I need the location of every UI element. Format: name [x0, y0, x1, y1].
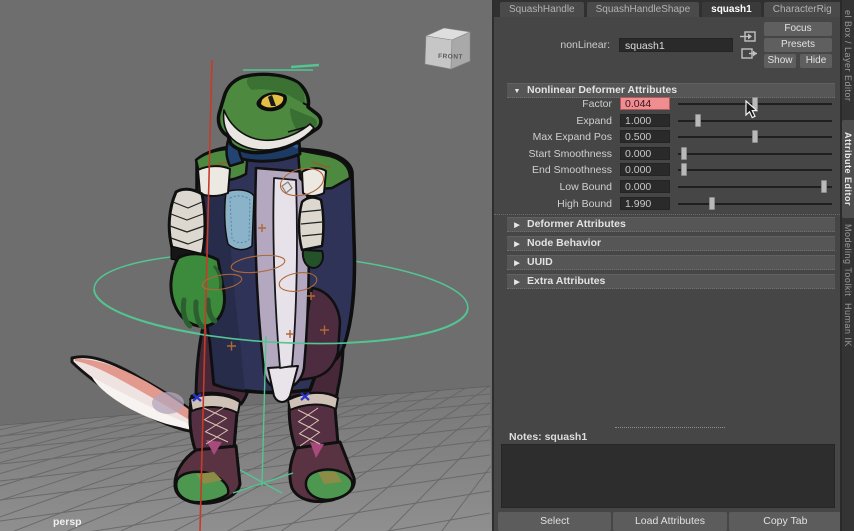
section-label: Nonlinear Deformer Attributes [527, 84, 678, 96]
presets-button[interactable]: Presets [764, 38, 832, 52]
attribute-slider[interactable] [678, 163, 832, 177]
attribute-slider[interactable] [678, 196, 832, 211]
notes-textarea[interactable] [501, 444, 835, 508]
attribute-rows: Factor 0.044 Expand 1.000 Max Expand Pos 0.50… [494, 97, 840, 215]
section-collapsed-icon: ▶ [514, 222, 520, 229]
sidebar-tab-el-box-layer-editor[interactable]: el Box / Layer Editor [842, 0, 854, 120]
mouse-cursor [745, 100, 758, 119]
ae-tab-squash1[interactable]: squash1 [702, 2, 761, 17]
section-label: Deformer Attributes [527, 218, 626, 230]
view-cube-front-label: FRONT [438, 53, 463, 61]
right-sidebar: el Box / Layer Editor Attribute Editor Mod… [840, 0, 854, 531]
slider-track [678, 186, 832, 188]
focus-button[interactable]: Focus [764, 22, 832, 36]
viewport-persp[interactable]: FRONT persp [0, 0, 492, 531]
attribute-row-max-expand-pos: Max Expand Pos 0.500 [494, 130, 840, 145]
section-deformer-attributes[interactable]: ▶ Deformer Attributes [507, 217, 835, 232]
maya-window: FRONT persp SquashHandle SquashHandleShap… [0, 0, 854, 531]
slider-track [678, 202, 832, 205]
input-connections-icon[interactable] [740, 30, 757, 43]
sidebar-tab-modeling-toolkit[interactable]: Modeling Toolkit [842, 221, 854, 300]
nonlinear-label: nonLinear: [560, 39, 610, 51]
slider-handle[interactable] [752, 130, 758, 144]
viewport-canvas: FRONT persp [0, 0, 492, 531]
attribute-row-end-smoothness: End Smoothness 0.000 [494, 163, 840, 178]
section-collapsed-icon: ▶ [514, 279, 520, 286]
attribute-value-field[interactable]: 0.000 [620, 180, 670, 193]
show-button[interactable]: Show [764, 54, 796, 68]
sidebar-tab-attribute-editor[interactable]: Attribute Editor [842, 120, 854, 218]
character-right-arm [297, 196, 325, 269]
section-node-behavior[interactable]: ▶ Node Behavior [507, 236, 835, 251]
attribute-label: End Smoothness [532, 164, 612, 177]
copy-tab-button[interactable]: Copy Tab [728, 512, 842, 531]
slider-handle[interactable] [681, 163, 687, 177]
attribute-value-field[interactable]: 0.044 [620, 97, 670, 110]
attribute-value-field[interactable]: 1.000 [620, 113, 670, 127]
attribute-row-high-bound: High Bound 1.990 [494, 196, 840, 212]
output-connections-icon[interactable] [740, 47, 757, 60]
nonlinear-name-field[interactable]: squash1 [619, 38, 733, 52]
load-attributes-button[interactable]: Load Attributes [613, 512, 727, 531]
attribute-label: Expand [576, 114, 612, 127]
section-extra-attributes[interactable]: ▶ Extra Attributes [507, 274, 835, 289]
slider-handle[interactable] [821, 180, 827, 193]
collapsed-sections: ▶ Deformer Attributes ▶ Node Behavior ▶ UUID ▶… [494, 217, 840, 293]
ae-tab-characterrig[interactable]: CharacterRig [763, 2, 841, 17]
attribute-editor-panel: SquashHandle SquashHandleShape squash1 Char… [492, 0, 842, 531]
attribute-value-field[interactable]: 0.000 [620, 163, 670, 177]
notes-splitter-handle[interactable] [615, 427, 725, 428]
section-nonlinear-deformer-attributes[interactable]: ▼ Nonlinear Deformer Attributes [507, 83, 835, 98]
attribute-row-low-bound: Low Bound 0.000 [494, 180, 840, 195]
section-uuid[interactable]: ▶ UUID [507, 255, 835, 270]
slider-handle[interactable] [681, 146, 687, 160]
view-cube[interactable]: FRONT [424, 27, 472, 70]
attribute-label: Start Smoothness [528, 147, 612, 160]
section-collapsed-icon: ▶ [514, 260, 520, 267]
attribute-row-expand: Expand 1.000 [494, 113, 840, 129]
attribute-label: High Bound [557, 197, 612, 210]
slider-track [678, 119, 832, 122]
attribute-row-start-smoothness: Start Smoothness 0.000 [494, 146, 840, 162]
attribute-slider[interactable] [678, 180, 832, 194]
attribute-editor-tabbar: SquashHandle SquashHandleShape squash1 Char… [494, 0, 841, 17]
attribute-value-field[interactable]: 0.500 [620, 130, 670, 144]
attribute-value-field[interactable]: 1.990 [620, 196, 670, 210]
hide-button[interactable]: Hide [800, 54, 832, 68]
attribute-editor-footer: Select Load Attributes Copy Tab [498, 512, 842, 531]
notes-label: Notes: squash1 [509, 431, 588, 443]
ae-tab-squashhandle[interactable]: SquashHandle [500, 2, 584, 17]
attribute-slider[interactable] [678, 130, 832, 144]
slider-track [678, 152, 832, 155]
camera-label: persp [53, 516, 82, 528]
section-label: Extra Attributes [527, 275, 606, 287]
ae-tab-squashhandleshape[interactable]: SquashHandleShape [586, 2, 700, 17]
section-collapsed-icon: ▶ [514, 241, 520, 248]
attribute-label: Low Bound [559, 181, 612, 193]
attribute-slider[interactable] [678, 146, 832, 161]
attribute-label: Factor [582, 98, 612, 110]
attribute-label: Max Expand Pos [532, 131, 612, 144]
select-button[interactable]: Select [498, 512, 612, 531]
attribute-value-field[interactable]: 0.000 [620, 146, 670, 160]
section-label: UUID [527, 256, 553, 268]
attribute-row-factor: Factor 0.044 [494, 97, 840, 112]
sidebar-tab-human-ik[interactable]: Human IK [842, 302, 854, 348]
slider-handle[interactable] [709, 196, 715, 210]
section-label: Node Behavior [527, 237, 602, 249]
slider-handle[interactable] [695, 113, 701, 127]
slider-track [678, 169, 832, 172]
